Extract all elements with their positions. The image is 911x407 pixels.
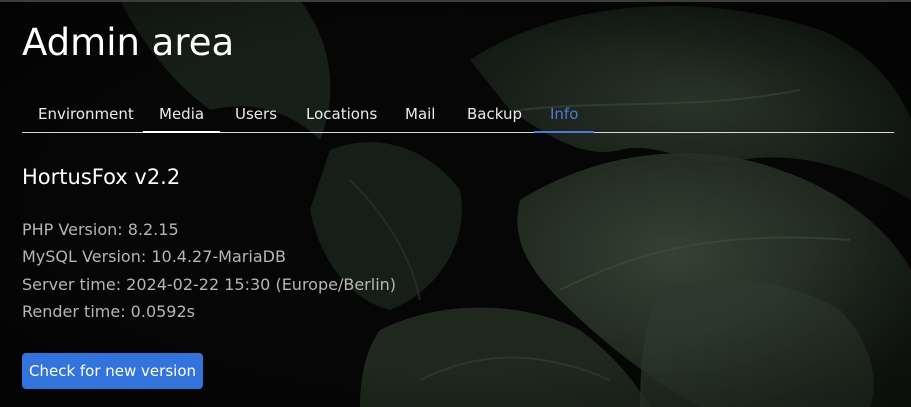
render-time-text: Render time: 0.0592s (22, 302, 195, 322)
admin-tab-bar: Environment Media Users Locations Mail B… (22, 96, 894, 133)
tab-info[interactable]: Info (533, 96, 596, 133)
server-time-text: Server time: 2024-02-22 15:30 (Europe/Be… (22, 274, 397, 294)
tab-users[interactable]: Users (235, 96, 277, 132)
system-info-list: PHP Version: 8.2.15 MySQL Version: 10.4.… (22, 216, 396, 326)
tab-media[interactable]: Media (142, 96, 221, 133)
tab-mail[interactable]: Mail (405, 96, 435, 132)
check-new-version-button[interactable]: Check for new version (22, 353, 203, 389)
mysql-version-text: MySQL Version: 10.4.27-MariaDB (22, 247, 286, 267)
tab-environment[interactable]: Environment (38, 96, 134, 132)
page-title: Admin area (22, 21, 235, 64)
php-version-text: PHP Version: 8.2.15 (22, 220, 179, 239)
tab-locations[interactable]: Locations (306, 96, 377, 132)
window-top-border (0, 0, 911, 2)
app-version-heading: HortusFox v2.2 (22, 165, 181, 189)
tab-backup[interactable]: Backup (467, 96, 522, 132)
